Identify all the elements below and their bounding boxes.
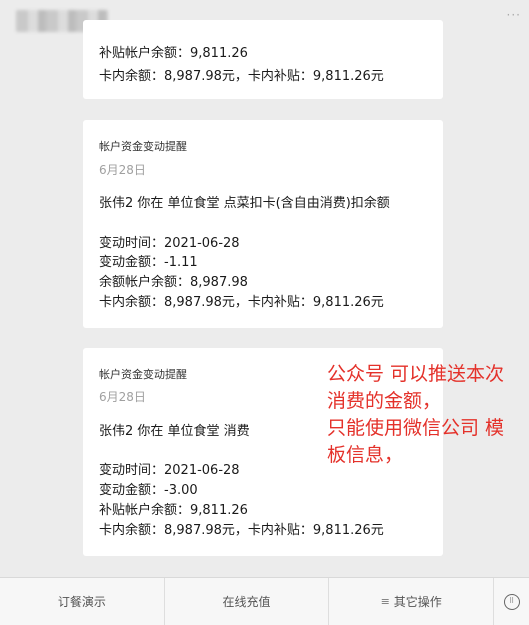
card-line: 补贴帐户余额：9,811.26 — [99, 503, 248, 518]
menu-item-label: 其它操作 — [393, 595, 442, 609]
card-date: 6月28日 — [99, 163, 146, 177]
message-card: 补贴帐户余额：9,811.26 卡内余额：8,987.98元，卡内补贴：9,81… — [83, 20, 443, 99]
card-summary: 张伟2 你在 单位食堂 点菜扣卡(含自由消费)扣余额 — [99, 196, 390, 211]
card-date: 6月28日 — [99, 390, 146, 404]
card-line: 卡内余额：8,987.98元，卡内补贴：9,811.26元 — [99, 523, 384, 538]
menu-item-label: 订餐演示 — [57, 595, 106, 609]
card-line: 补贴帐户余额：9,811.26 — [99, 46, 248, 61]
menu-item-online-recharge[interactable]: 在线充值 — [163, 578, 329, 625]
message-card[interactable]: 帐户资金变动提醒 6月28日 张伟2 你在 单位食堂 点菜扣卡(含自由消费)扣余… — [83, 120, 443, 328]
card-line: 变动金额：-3.00 — [99, 483, 198, 498]
annotation-line: 板信息， — [327, 444, 404, 466]
card-line: 余额帐户余额：8,987.98 — [99, 275, 248, 290]
card-title: 帐户资金变动提醒 — [99, 140, 187, 153]
card-line: 变动时间：2021-06-28 — [99, 236, 240, 251]
annotation-line: 公众号 可以推送本次 — [327, 363, 505, 385]
card-line: 卡内余额：8,987.98元，卡内补贴：9,811.26元 — [99, 69, 384, 84]
card-line: 变动金额：-1.11 — [99, 255, 198, 270]
card-line: 变动时间：2021-06-28 — [99, 463, 240, 478]
annotation-line: 消费的金额， — [327, 390, 442, 412]
card-line: 卡内余额：8,987.98元，卡内补贴：9,811.26元 — [99, 295, 384, 310]
menu-item-order-demo[interactable]: 订餐演示 — [0, 578, 164, 625]
annotation-line: 只能使用微信公司 模 — [327, 417, 505, 439]
menu-item-label: 在线充值 — [222, 595, 271, 609]
red-annotation: 公众号 可以推送本次 消费的金额， 只能使用微信公司 模 板信息， — [327, 361, 527, 469]
menu-lines-icon: ≡ — [380, 595, 390, 608]
card-title: 帐户资金变动提醒 — [99, 368, 187, 381]
card-summary: 张伟2 你在 单位食堂 消费 — [99, 424, 250, 439]
menu-item-other-operations[interactable]: ≡ 其它操作 — [328, 578, 493, 625]
keyboard-toggle-button[interactable]: ⠿ — [493, 578, 529, 625]
keyboard-icon: ⠿ — [503, 593, 520, 610]
bottom-menu-bar: 订餐演示 在线充值 ≡ 其它操作 ⠿ — [0, 577, 529, 625]
more-dots-icon[interactable]: ··· — [507, 8, 521, 22]
